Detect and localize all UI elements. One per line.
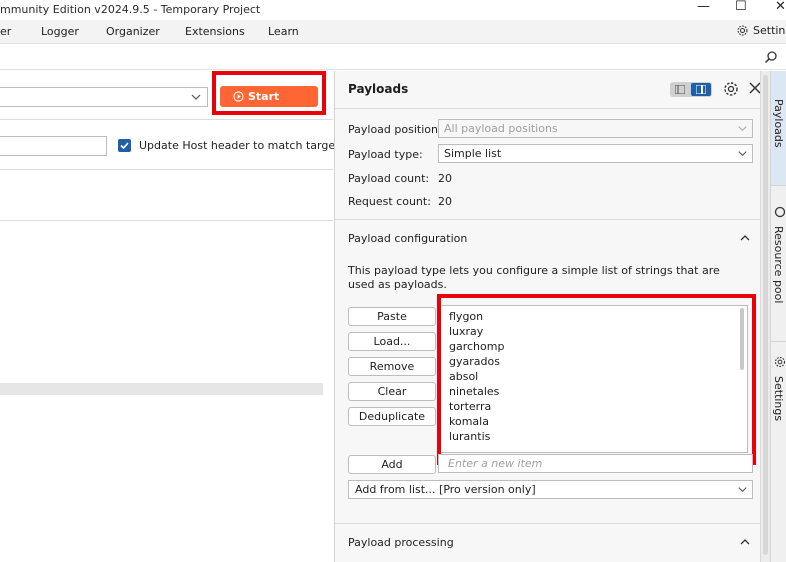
add-from-list-label: Add from list... [Pro version only] <box>355 483 536 496</box>
add-from-list-dropdown[interactable]: Add from list... [Pro version only] <box>348 480 753 499</box>
chevron-down-icon <box>738 487 747 493</box>
menu-item-proxy[interactable]: er <box>0 25 11 38</box>
divider <box>0 169 333 170</box>
load-button[interactable]: Load... <box>348 332 436 351</box>
divider <box>335 219 761 220</box>
divider <box>0 119 333 120</box>
minimize-button[interactable]: — <box>697 0 710 19</box>
window-title: mmunity Edition v2024.9.5 - Temporary Pr… <box>0 3 261 16</box>
update-host-label: Update Host header to match target <box>139 139 340 152</box>
tab-payloads-label: Payloads <box>772 99 785 148</box>
gear-icon <box>737 25 748 36</box>
payload-position-value: All payload positions <box>444 122 558 135</box>
chevron-down-icon <box>191 94 201 100</box>
maximize-button[interactable]: ☐ <box>735 0 747 19</box>
payload-count-label: Payload count: <box>348 172 430 185</box>
highlight-box-start-attack <box>212 71 326 115</box>
highlight-box-payload-list <box>437 294 756 465</box>
payload-type-value: Simple list <box>444 147 502 160</box>
tab-settings[interactable]: Settings <box>771 341 786 461</box>
payload-type-label: Payload type: <box>348 148 423 161</box>
close-window-button[interactable]: ✕ <box>775 0 786 19</box>
settings-button[interactable]: Settings <box>736 24 786 37</box>
deduplicate-button[interactable]: Deduplicate <box>348 407 436 426</box>
payload-position-label: Payload position: <box>348 123 442 136</box>
menu-item-learn[interactable]: Learn <box>268 25 299 38</box>
search-bar <box>0 44 786 70</box>
update-host-checkbox[interactable] <box>118 139 131 152</box>
menu-item-logger[interactable]: Logger <box>41 25 79 38</box>
tab-resource-pool[interactable]: Resource pool <box>771 185 786 341</box>
attack-target-panel: Start attack Update Host header to match… <box>0 71 339 562</box>
request-count-label: Request count: <box>348 195 431 208</box>
panel-title: Payloads <box>348 82 409 96</box>
payload-type-select[interactable]: Simple list <box>438 144 753 163</box>
payload-position-select: All payload positions <box>438 119 753 138</box>
remove-button[interactable]: Remove <box>348 357 436 376</box>
add-button[interactable]: Add <box>348 455 436 474</box>
chevron-down-icon <box>738 126 747 132</box>
editor-row <box>0 383 323 395</box>
divider <box>335 523 761 524</box>
host-input[interactable] <box>0 136 107 156</box>
chevron-up-icon[interactable] <box>739 232 751 244</box>
settings-label: Settings <box>753 24 786 37</box>
scrollbar-thumb[interactable] <box>763 75 768 555</box>
side-tabs: Payloads Resource pool Settings <box>770 71 786 562</box>
paste-button[interactable]: Paste <box>348 307 436 326</box>
list-layout-icon <box>675 85 685 94</box>
panel-scrollbar[interactable] <box>760 71 770 562</box>
request-count-value: 20 <box>438 195 452 208</box>
target-dropdown[interactable] <box>0 87 208 107</box>
payload-count-value: 20 <box>438 172 452 185</box>
title-bar: mmunity Edition v2024.9.5 - Temporary Pr… <box>0 0 786 20</box>
split-layout-icon[interactable] <box>691 83 711 96</box>
gear-icon[interactable] <box>723 81 739 97</box>
chevron-down-icon <box>738 151 747 157</box>
payload-configuration-title: Payload configuration <box>348 232 468 245</box>
gear-icon <box>774 356 786 368</box>
tab-payloads[interactable]: Payloads <box>771 71 786 185</box>
clear-button[interactable]: Clear <box>348 382 436 401</box>
divider <box>0 220 333 221</box>
menu-item-organizer[interactable]: Organizer <box>106 25 160 38</box>
menu-item-extensions[interactable]: Extensions <box>185 25 245 38</box>
payloads-panel: Payloads Payload position: All payload p… <box>334 71 761 562</box>
tab-resource-pool-label: Resource pool <box>772 226 785 304</box>
new-item-input[interactable]: Enter a new item <box>438 454 753 473</box>
search-icon[interactable] <box>764 50 778 64</box>
payload-processing-title: Payload processing <box>348 536 454 549</box>
menu-bar: er Logger Organizer Extensions Learn Set… <box>0 20 786 44</box>
tab-settings-label: Settings <box>772 376 785 422</box>
layout-toggle[interactable] <box>670 82 712 97</box>
checkmark-icon <box>120 142 129 150</box>
chevron-up-icon[interactable] <box>739 536 751 548</box>
resource-pool-icon <box>774 206 786 218</box>
config-description: This payload type lets you configure a s… <box>348 264 720 291</box>
divider <box>335 108 761 109</box>
